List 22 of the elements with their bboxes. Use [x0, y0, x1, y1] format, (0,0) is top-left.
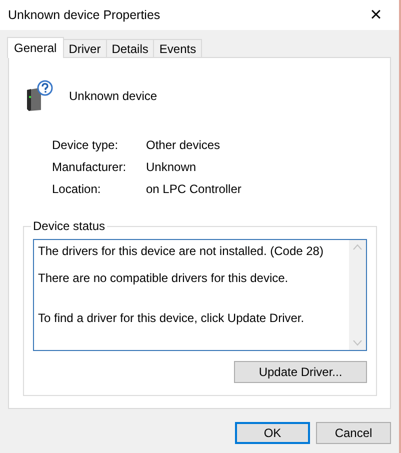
update-driver-button[interactable]: Update Driver... [234, 361, 367, 383]
close-button[interactable]: × [353, 0, 399, 30]
property-label: Manufacturer: [52, 160, 128, 174]
property-value: Unknown [146, 160, 198, 174]
dialog-button[interactable]: Cancel [316, 422, 391, 444]
status-message: There are no compatible drivers for this device. [38, 271, 290, 285]
property-label: Location: [52, 182, 102, 196]
scroll-up-icon[interactable] [353, 244, 362, 250]
window-title: Unknown device Properties [8, 8, 160, 22]
property-label: Device type: [52, 138, 120, 152]
tab[interactable]: General [7, 37, 64, 58]
property-value: on LPC Controller [146, 182, 242, 196]
status-message: To find a driver for this device, click Update Driver. [38, 311, 306, 325]
scrollbar[interactable] [349, 240, 366, 350]
scroll-down-icon[interactable] [353, 340, 362, 346]
group-title: Device status [32, 219, 106, 233]
tab[interactable]: Events [153, 39, 202, 57]
property-value: Other devices [146, 138, 222, 152]
dialog-button[interactable]: OK [235, 422, 310, 444]
status-message: The drivers for this device are not installed. (Code 28) [38, 244, 324, 258]
status-text-box[interactable]: The drivers for this device are not installed. (Code 28) There are no compatible drivers for this device. To find a driver for this device, click Update Driver. [33, 239, 367, 351]
device-name: Unknown device [69, 89, 158, 103]
